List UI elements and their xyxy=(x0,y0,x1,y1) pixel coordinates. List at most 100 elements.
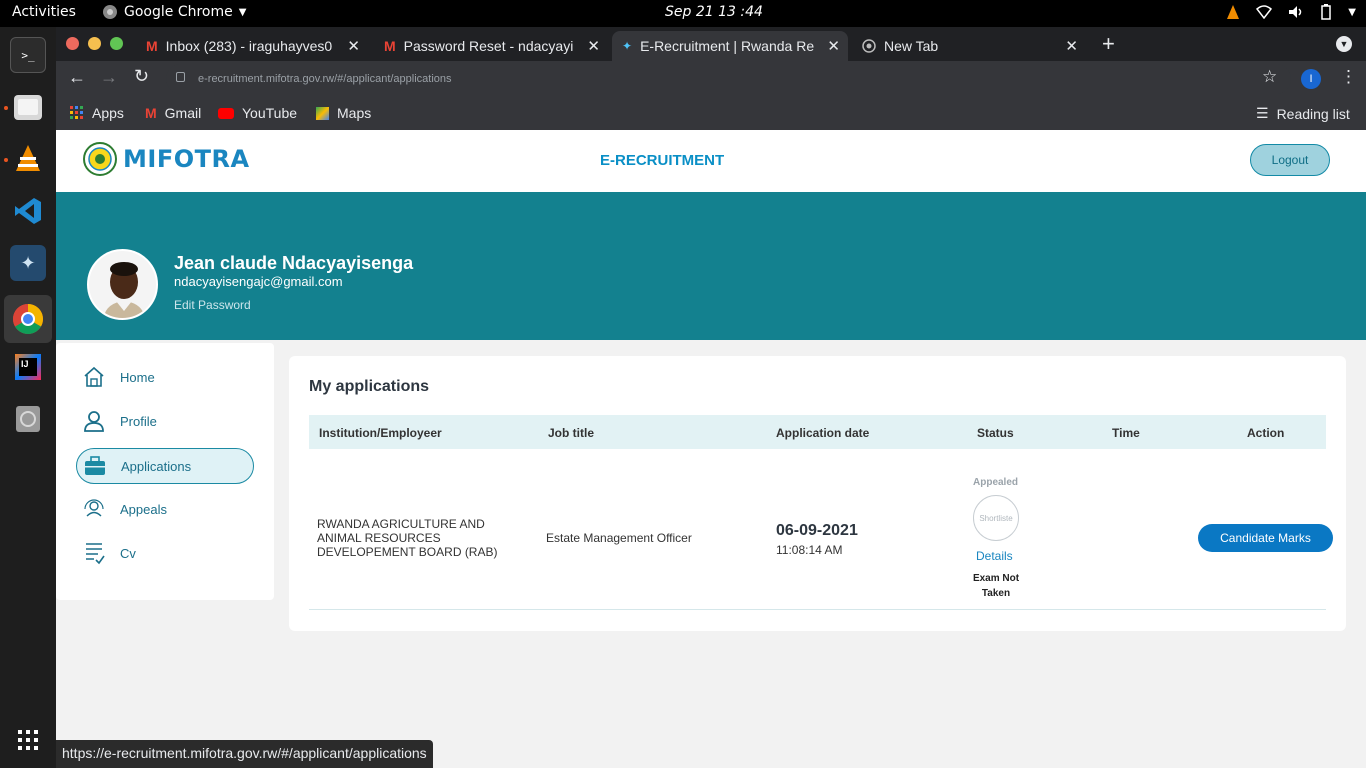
tab-title: Inbox (283) - iraguhayves0 xyxy=(165,38,333,54)
close-icon[interactable]: ✕ xyxy=(827,37,840,55)
close-icon[interactable]: ✕ xyxy=(587,37,600,55)
vlc-launcher[interactable] xyxy=(10,141,46,177)
youtube-icon xyxy=(218,107,234,119)
logo-text: MIFOTRA xyxy=(123,145,250,173)
files-launcher[interactable] xyxy=(10,89,46,125)
sidebar: Home Profile Applications Appeals Cv xyxy=(56,343,274,600)
chrome-launcher[interactable] xyxy=(4,295,52,343)
reading-list-button[interactable]: ☰ Reading list xyxy=(1256,105,1350,122)
address-bar[interactable]: e-recruitment.mifotra.gov.rw/#/applicant… xyxy=(166,64,1291,94)
sidebar-item-label: Profile xyxy=(120,413,157,429)
candidate-marks-button[interactable]: Candidate Marks xyxy=(1198,524,1333,552)
sidebar-item-appeals[interactable]: Appeals xyxy=(76,491,254,527)
vscode-icon xyxy=(15,198,41,224)
intellij-launcher[interactable]: IJ xyxy=(10,349,46,385)
bookmark-label: Maps xyxy=(337,105,372,121)
bookmark-maps[interactable]: Maps xyxy=(316,105,371,121)
files-icon xyxy=(14,95,42,120)
app-menu[interactable]: Google Chrome ▼ xyxy=(102,4,246,20)
bookmark-star-icon[interactable]: ☆ xyxy=(1262,67,1277,87)
sidebar-item-profile[interactable]: Profile xyxy=(76,403,254,439)
institution-cell: RWANDA AGRICULTURE AND ANIMAL RESOURCES … xyxy=(317,517,498,559)
chevron-down-icon: ▼ xyxy=(238,6,247,18)
page-viewport: MIFOTRA E-RECRUITMENT Logout Jean claude… xyxy=(56,130,1366,768)
tab-search-button[interactable]: ▼ xyxy=(1336,36,1352,52)
sidebar-item-label: Home xyxy=(120,369,155,385)
tab-strip: M Inbox (283) - iraguhayves0 ✕ M Passwor… xyxy=(56,27,1366,61)
page-title: My applications xyxy=(309,378,430,395)
sidebar-item-applications[interactable]: Applications xyxy=(76,448,254,484)
close-icon[interactable]: ✕ xyxy=(1065,37,1078,55)
terminal-launcher[interactable]: >_ xyxy=(10,37,46,73)
activities-button[interactable]: Activities xyxy=(12,4,76,20)
user-icon xyxy=(82,409,106,433)
bookmark-label: Apps xyxy=(92,105,124,121)
network-icon xyxy=(1256,5,1273,19)
forward-button[interactable]: → xyxy=(100,67,118,88)
user-email: ndacyayisengajc@gmail.com xyxy=(174,274,343,289)
tab-title: New Tab xyxy=(884,38,939,54)
minimize-window-button[interactable] xyxy=(88,37,101,50)
bookmark-gmail[interactable]: M Gmail xyxy=(145,105,201,121)
lock-icon xyxy=(176,72,185,82)
home-icon xyxy=(82,365,106,389)
application-time: 11:08:14 AM xyxy=(776,543,843,557)
clock[interactable]: Sep 21 13 :44 xyxy=(665,4,763,20)
tab-password-reset[interactable]: M Password Reset - ndacyayi ✕ xyxy=(374,31,608,61)
edit-password-link[interactable]: Edit Password xyxy=(174,298,251,312)
gmail-icon: M xyxy=(384,38,396,54)
reload-button[interactable]: ↻ xyxy=(134,66,149,87)
user-name: Jean claude Ndacyayisenga xyxy=(174,253,414,273)
link-status-bar: https://e-recruitment.mifotra.gov.rw/#/a… xyxy=(56,740,433,768)
close-icon[interactable]: ✕ xyxy=(347,37,360,55)
chrome-icon xyxy=(862,39,876,53)
close-window-button[interactable] xyxy=(66,37,79,50)
system-tray[interactable]: ▼ xyxy=(1226,4,1356,20)
show-apps-button[interactable] xyxy=(10,722,46,758)
running-indicator xyxy=(4,158,8,162)
disk-icon xyxy=(16,406,40,432)
vscode-launcher[interactable] xyxy=(10,193,46,229)
reading-list-label: Reading list xyxy=(1276,105,1350,122)
volume-icon xyxy=(1289,6,1302,18)
sidebar-item-home[interactable]: Home xyxy=(76,359,254,395)
back-button[interactable]: ← xyxy=(68,67,86,88)
tab-new-tab[interactable]: New Tab ✕ xyxy=(852,31,1086,61)
browser-window: M Inbox (283) - iraguhayves0 ✕ M Passwor… xyxy=(56,27,1366,130)
menu-icon[interactable]: ⋮ xyxy=(1340,67,1357,87)
appeal-icon xyxy=(82,497,106,521)
dolphin-icon: ✦ xyxy=(20,252,36,273)
applications-panel: My applications Institution/Employeer Jo… xyxy=(289,356,1346,631)
bookmark-apps[interactable]: Apps xyxy=(70,105,124,121)
logout-button[interactable]: Logout xyxy=(1250,144,1330,176)
bookmark-youtube[interactable]: YouTube xyxy=(218,105,297,121)
briefcase-icon xyxy=(83,454,107,478)
sidebar-item-cv[interactable]: Cv xyxy=(76,535,254,571)
vlc-icon xyxy=(16,145,40,171)
gmail-icon: M xyxy=(145,105,157,121)
browser-toolbar: ← → ↻ e-recruitment.mifotra.gov.rw/#/app… xyxy=(56,61,1366,97)
battery-icon xyxy=(1321,4,1332,20)
maximize-window-button[interactable] xyxy=(110,37,123,50)
chevron-down-icon: ▼ xyxy=(1348,6,1356,18)
maps-icon xyxy=(316,106,329,120)
new-tab-button[interactable]: + xyxy=(1102,31,1115,57)
reading-list-icon: ☰ xyxy=(1256,105,1269,121)
mysql-workbench-launcher[interactable]: ✦ xyxy=(10,245,46,281)
details-link[interactable]: Details xyxy=(976,549,1013,563)
status-badge-label: Shortliste xyxy=(979,513,1013,523)
site-icon: ✦ xyxy=(622,39,633,53)
tab-e-recruitment[interactable]: ✦ E-Recruitment | Rwanda Re ✕ xyxy=(612,31,848,61)
dock: >_ ✦ IJ xyxy=(0,27,56,768)
avatar xyxy=(87,249,158,320)
profile-avatar[interactable]: I xyxy=(1301,69,1321,89)
tab-gmail-inbox[interactable]: M Inbox (283) - iraguhayves0 ✕ xyxy=(136,31,368,61)
table-row: RWANDA AGRICULTURE AND ANIMAL RESOURCES … xyxy=(309,449,1333,610)
site-logo[interactable]: MIFOTRA xyxy=(83,141,250,177)
app-menu-label: Google Chrome xyxy=(124,4,233,20)
url-text: e-recruitment.mifotra.gov.rw/#/applicant… xyxy=(198,73,452,85)
bookmark-label: Gmail xyxy=(164,105,202,121)
column-header: Application date xyxy=(776,426,870,440)
disk-launcher[interactable] xyxy=(10,401,46,437)
sidebar-item-label: Cv xyxy=(120,545,136,561)
